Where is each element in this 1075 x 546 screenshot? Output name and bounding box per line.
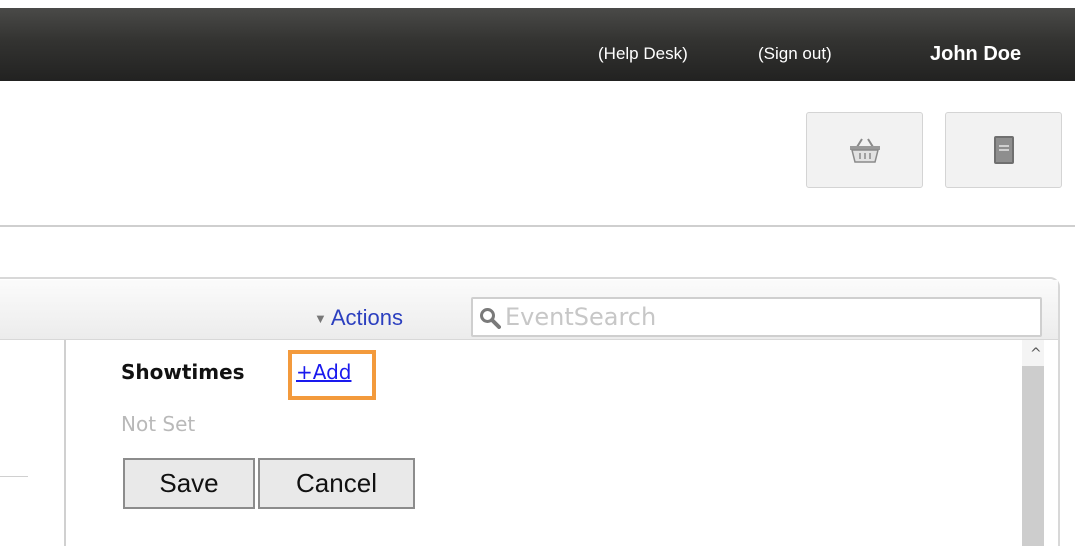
cancel-button[interactable]: Cancel [258, 458, 415, 509]
magnifier-icon [480, 308, 501, 329]
event-search-box[interactable] [471, 297, 1042, 337]
sign-out-link[interactable]: (Sign out) [758, 44, 832, 64]
left-row-divider [0, 476, 28, 477]
actions-label: Actions [330, 305, 404, 330]
add-showtime-link[interactable]: +Add [296, 360, 351, 384]
basket-button[interactable] [806, 112, 923, 188]
help-desk-link[interactable]: (Help Desk) [598, 44, 688, 64]
book-button[interactable] [945, 112, 1062, 188]
scrollbar-thumb[interactable] [1022, 366, 1044, 546]
top-navigation-bar: (Help Desk) (Sign out) John Doe [0, 8, 1075, 81]
showtimes-value: Not Set [121, 412, 196, 436]
caret-down-icon: ▼ [314, 310, 327, 326]
header-divider [0, 225, 1075, 227]
user-name: John Doe [930, 43, 1022, 65]
basket-icon [849, 138, 880, 163]
book-icon [993, 136, 1014, 164]
event-search-input[interactable] [505, 303, 1025, 331]
showtimes-label: Showtimes [121, 360, 245, 384]
actions-menu[interactable]: ▼ Actions [314, 305, 403, 331]
left-column-border [64, 340, 66, 546]
scroll-up-icon[interactable]: ^ [1030, 346, 1042, 362]
save-button[interactable]: Save [123, 458, 255, 509]
